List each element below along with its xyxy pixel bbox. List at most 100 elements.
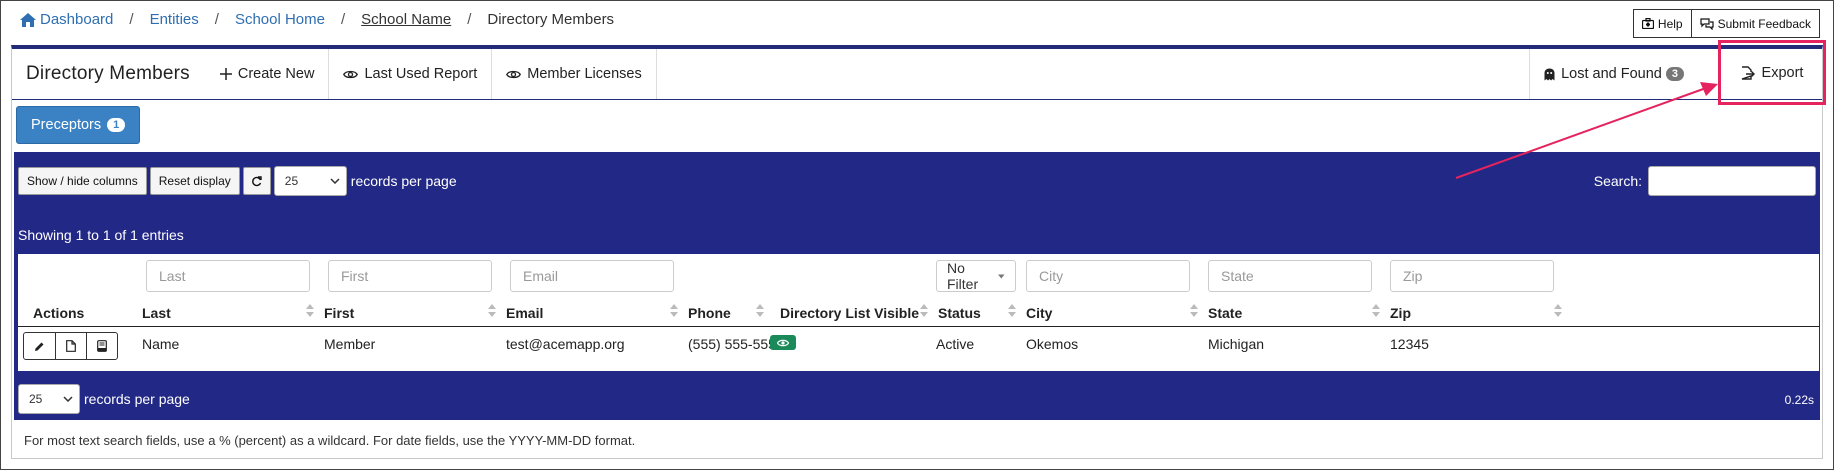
search-help-footnote: For most text search fields, use a % (pe… <box>24 433 636 448</box>
create-new-label: Create New <box>237 66 315 82</box>
search-area: Search: <box>1594 166 1816 196</box>
chevron-down-icon <box>63 396 73 402</box>
search-input[interactable] <box>1648 166 1816 196</box>
members-table: Last First Email No Filter City State Zi… <box>18 254 1819 371</box>
page-title: Directory Members <box>26 63 190 84</box>
plus-icon <box>219 68 232 80</box>
table-header-row: Actions Last First Email Phone Directory… <box>18 296 1819 327</box>
notes-button[interactable] <box>86 333 117 359</box>
last-used-report-button[interactable]: Last Used Report <box>329 49 493 99</box>
directory-visible-filter-value: No Filter <box>947 260 979 292</box>
cell-city: Okemos <box>1026 336 1079 352</box>
member-licenses-button[interactable]: Member Licenses <box>492 49 657 99</box>
records-per-page-label: records per page <box>350 173 457 189</box>
sort-icon <box>920 304 928 317</box>
home-icon <box>20 12 36 27</box>
city-filter-input[interactable]: City <box>1026 260 1190 292</box>
sort-icon <box>1190 304 1198 317</box>
eye-icon <box>777 339 789 346</box>
column-header-directory-list-visible[interactable]: Directory List Visible <box>780 305 919 321</box>
submit-feedback-button[interactable]: Submit Feedback <box>1691 9 1820 38</box>
column-header-state[interactable]: State <box>1208 305 1242 321</box>
search-label: Search: <box>1593 173 1642 189</box>
cell-email: test@acemapp.org <box>506 336 625 352</box>
sort-icon <box>1554 304 1562 317</box>
entries-info: Showing 1 to 1 of 1 entries <box>18 227 184 243</box>
column-header-city[interactable]: City <box>1026 305 1052 321</box>
book-icon <box>97 340 107 352</box>
reset-display-button[interactable]: Reset display <box>149 167 240 195</box>
help-button-label: Help <box>1657 16 1683 31</box>
directory-visible-badge <box>770 335 796 350</box>
export-button[interactable]: Export <box>1718 40 1826 105</box>
view-document-button[interactable] <box>55 333 86 359</box>
help-button[interactable]: Help <box>1632 9 1692 38</box>
breadcrumb-current: Directory Members <box>487 11 615 28</box>
tab-preceptors[interactable]: Preceptors 1 <box>16 106 141 144</box>
cell-first: Member <box>324 336 376 352</box>
column-header-zip[interactable]: Zip <box>1390 305 1411 321</box>
breadcrumb-entities[interactable]: Entities <box>150 11 199 28</box>
lost-and-found-button[interactable]: Lost and Found 3 <box>1529 49 1698 99</box>
feedback-icon <box>1700 17 1714 30</box>
table-row: Name Member test@acemapp.org (555) 555-5… <box>18 327 1819 364</box>
column-header-actions: Actions <box>33 305 85 321</box>
cell-status: Active <box>936 336 975 352</box>
export-icon <box>1741 65 1755 80</box>
tab-preceptors-label: Preceptors <box>31 117 102 133</box>
bottom-records-per-page-label: records per page <box>84 391 190 407</box>
records-per-page-select[interactable]: 25 <box>273 166 347 196</box>
breadcrumb-school-name[interactable]: School Name <box>361 11 451 28</box>
breadcrumb-separator: / <box>340 11 346 28</box>
column-header-status[interactable]: Status <box>938 305 981 321</box>
chevron-down-icon <box>330 178 340 184</box>
email-filter-input[interactable]: Email <box>510 260 674 292</box>
create-new-button[interactable]: Create New <box>206 49 330 99</box>
sort-icon <box>488 304 496 317</box>
column-header-phone[interactable]: Phone <box>688 305 731 321</box>
lost-and-found-label: Lost and Found <box>1561 66 1662 82</box>
eye-icon <box>343 70 359 78</box>
tab-preceptors-count: 1 <box>107 118 126 132</box>
help-icon <box>1641 18 1654 29</box>
column-header-first[interactable]: First <box>324 305 354 321</box>
filter-row: Last First Email No Filter City State Zi… <box>18 254 1819 296</box>
pencil-icon <box>35 342 44 351</box>
sort-icon <box>1372 304 1380 317</box>
directory-members-card: Directory Members Create New Last Used R… <box>11 40 1826 459</box>
column-header-email[interactable]: Email <box>506 305 543 321</box>
edit-button[interactable] <box>24 333 55 359</box>
breadcrumb-school-home[interactable]: School Home <box>235 11 325 28</box>
bottom-controls: 25 records per page <box>18 384 190 414</box>
last-used-report-label: Last Used Report <box>364 66 478 82</box>
ghost-icon <box>1544 68 1555 80</box>
refresh-button[interactable] <box>242 167 271 195</box>
breadcrumb-dashboard[interactable]: Dashboard <box>40 11 113 28</box>
member-licenses-label: Member Licenses <box>527 66 642 82</box>
file-icon <box>66 340 76 352</box>
sort-icon <box>670 304 678 317</box>
breadcrumb-separator: / <box>129 11 134 28</box>
lost-and-found-count-badge: 3 <box>1665 67 1684 81</box>
first-filter-input[interactable]: First <box>328 260 492 292</box>
show-hide-columns-button[interactable]: Show / hide columns <box>18 167 147 195</box>
last-filter-input[interactable]: Last <box>146 260 310 292</box>
eye-icon <box>506 70 522 78</box>
feedback-button-label: Submit Feedback <box>1717 16 1811 31</box>
table-panel: Show / hide columns Reset display 25 rec… <box>14 152 1820 420</box>
load-time: 0.22s <box>1784 393 1814 407</box>
bottom-records-per-page-select[interactable]: 25 <box>18 384 80 414</box>
directory-visible-filter-select[interactable]: No Filter <box>936 260 1016 292</box>
zip-filter-input[interactable]: Zip <box>1390 260 1554 292</box>
column-header-last[interactable]: Last <box>142 305 171 321</box>
sort-icon <box>756 304 764 317</box>
toolbar: Directory Members Create New Last Used R… <box>12 40 1826 105</box>
state-filter-input[interactable]: State <box>1208 260 1372 292</box>
table-controls: Show / hide columns Reset display 25 rec… <box>18 166 457 196</box>
sort-icon <box>1008 304 1016 317</box>
records-per-page-value: 25 <box>284 174 299 188</box>
bottom-records-per-page-value: 25 <box>29 392 43 406</box>
caret-down-icon <box>998 273 1005 279</box>
sort-icon <box>306 304 314 317</box>
